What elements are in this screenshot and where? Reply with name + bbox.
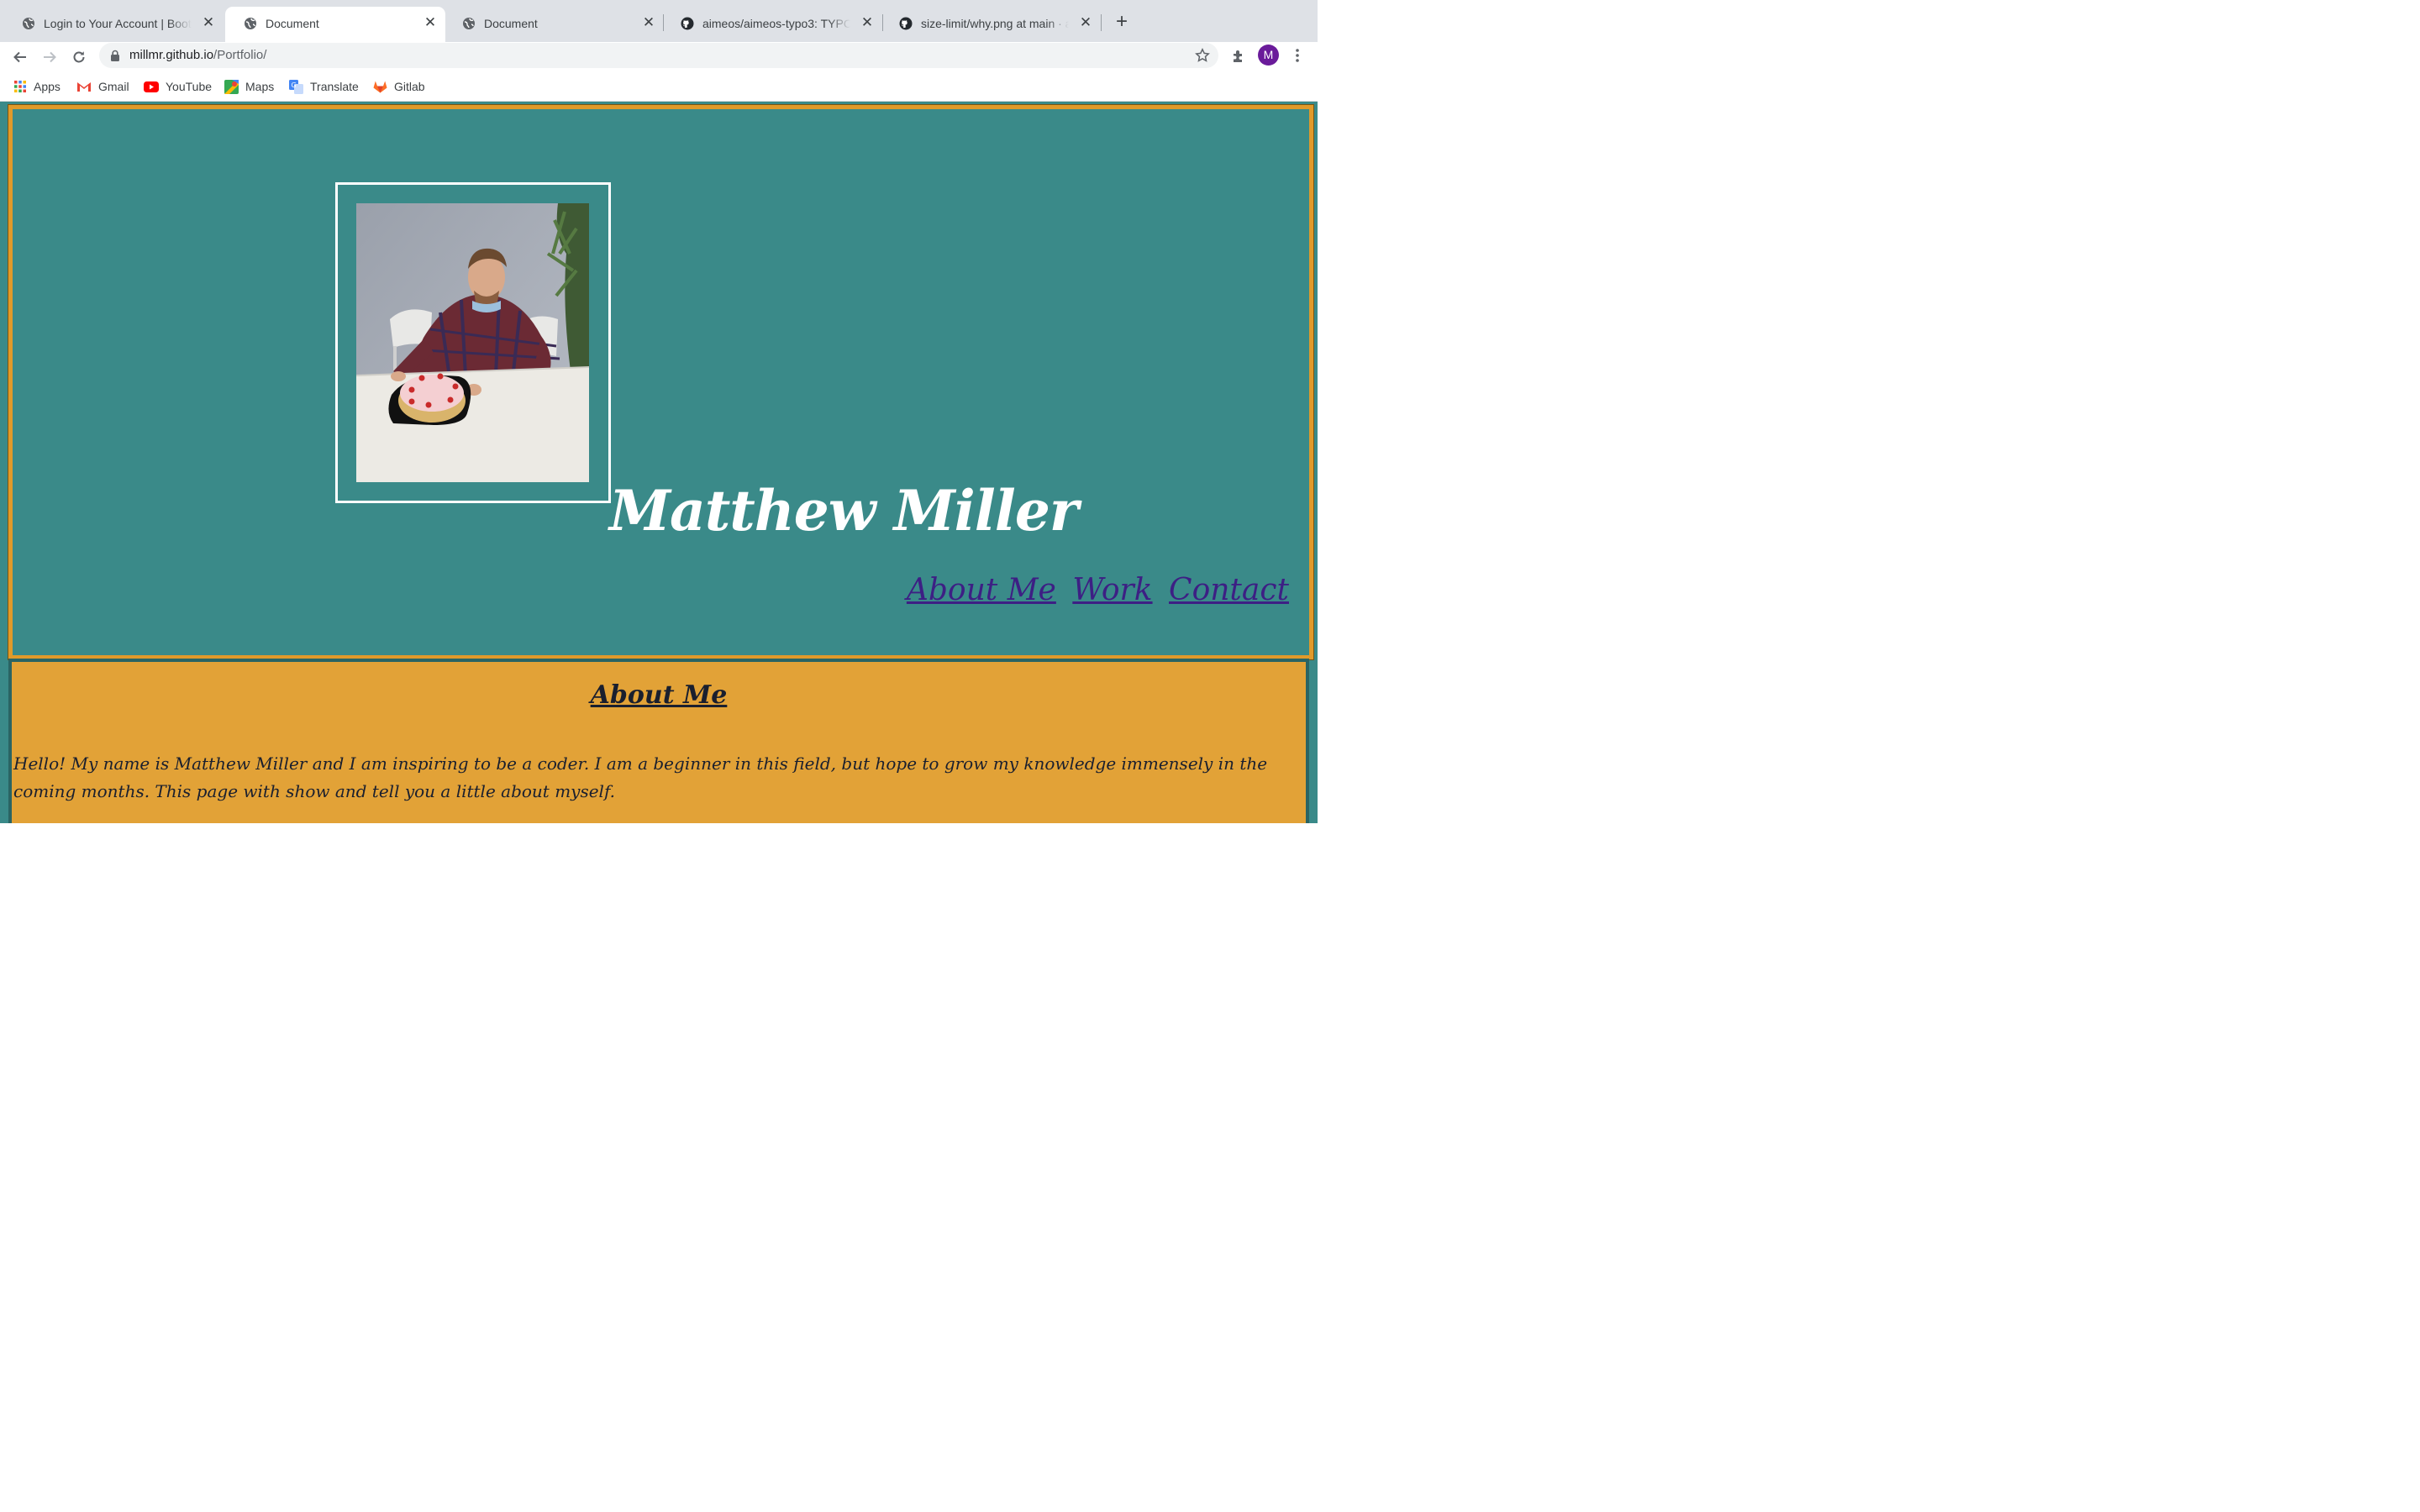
tab-document-active[interactable]: Document ✕ xyxy=(225,7,445,42)
close-tab-icon[interactable]: ✕ xyxy=(1079,15,1092,29)
close-tab-icon[interactable]: ✕ xyxy=(860,15,874,29)
bookmark-gmail[interactable]: Gmail xyxy=(76,79,129,94)
tab-title: aimeos/aimeos-typo3: TYPO3 e-commerce xyxy=(702,17,850,30)
main-nav: About Me Work Contact xyxy=(900,573,1289,607)
bookmark-label: Gitlab xyxy=(394,80,425,93)
profile-photo xyxy=(356,203,589,482)
page-viewport: Matthew Miller About Me Work Contact Abo… xyxy=(0,102,1318,823)
bookmark-maps[interactable]: Maps xyxy=(224,79,274,94)
bookmark-gitlab[interactable]: Gitlab xyxy=(373,79,425,94)
bookmark-translate[interactable]: G Translate xyxy=(289,79,359,94)
youtube-icon xyxy=(144,81,159,92)
bookmark-label: Gmail xyxy=(98,80,129,93)
nav-link-about-me[interactable]: About Me xyxy=(907,573,1056,607)
kebab-menu-icon[interactable] xyxy=(1289,47,1306,64)
apps-grid-icon xyxy=(14,81,26,92)
back-button[interactable] xyxy=(8,45,32,69)
address-bar[interactable]: millmr.github.io/Portfolio/ xyxy=(99,43,1218,68)
github-icon xyxy=(899,17,913,30)
extensions-puzzle-icon[interactable] xyxy=(1230,49,1247,66)
tab-title: Document xyxy=(266,17,319,30)
reload-icon xyxy=(73,51,85,63)
gmail-icon xyxy=(77,82,91,92)
tab-title: Document xyxy=(484,17,538,30)
reload-button[interactable] xyxy=(67,45,91,69)
browser-toolbar: millmr.github.io/Portfolio/ xyxy=(0,42,1318,72)
tab-bootcamp-login[interactable]: Login to Your Account | Bootcamp Spot ✕ xyxy=(3,7,224,42)
about-me-text: Hello! My name is Matthew Miller and I a… xyxy=(13,753,1268,801)
tab-title: size-limit/why.png at main · ai/size-lim… xyxy=(921,17,1069,30)
tab-size-limit-github[interactable]: size-limit/why.png at main · ai/size-lim… xyxy=(881,7,1101,42)
globe-icon xyxy=(463,18,475,29)
bookmark-youtube[interactable]: YouTube xyxy=(144,79,212,94)
site-title-name: Matthew Miller xyxy=(609,478,1079,544)
nav-link-work[interactable]: Work xyxy=(1072,573,1152,607)
about-me-heading: About Me xyxy=(590,680,728,710)
tab-strip: Login to Your Account | Bootcamp Spot ✕ … xyxy=(0,0,1318,42)
globe-icon xyxy=(23,18,34,29)
hero-header: Matthew Miller About Me Work Contact xyxy=(8,104,1314,660)
arrow-right-icon xyxy=(44,51,56,63)
bookmark-label: YouTube xyxy=(166,80,213,93)
svg-text:G: G xyxy=(292,81,297,89)
forward-button[interactable] xyxy=(38,45,61,69)
close-tab-icon[interactable]: ✕ xyxy=(202,15,215,29)
profile-photo-frame xyxy=(335,182,611,503)
bookmarks-bar: Apps Gmail YouTube Maps G Translate Gitl… xyxy=(0,72,1318,102)
close-tab-icon[interactable]: ✕ xyxy=(642,15,655,29)
tab-separator xyxy=(1101,14,1102,31)
tab-title: Login to Your Account | Bootcamp Spot xyxy=(44,17,192,30)
maps-icon xyxy=(224,79,239,94)
url-text: millmr.github.io/Portfolio/ xyxy=(129,48,267,62)
profile-avatar[interactable]: M xyxy=(1258,45,1279,66)
lock-icon[interactable] xyxy=(110,50,120,61)
bookmark-label: Translate xyxy=(310,80,359,93)
close-tab-icon[interactable]: ✕ xyxy=(424,15,437,29)
bookmark-apps[interactable]: Apps xyxy=(13,79,60,94)
arrow-left-icon xyxy=(13,51,26,63)
tab-document[interactable]: Document ✕ xyxy=(444,7,664,42)
globe-icon xyxy=(245,18,256,29)
tab-aimeos-github[interactable]: aimeos/aimeos-typo3: TYPO3 e-commerce ✕ xyxy=(662,7,882,42)
nav-link-contact[interactable]: Contact xyxy=(1169,573,1289,607)
github-icon xyxy=(681,17,694,30)
bookmark-star-icon[interactable] xyxy=(1195,48,1210,63)
bookmark-label: Apps xyxy=(34,80,60,93)
new-tab-button[interactable]: + xyxy=(1111,11,1133,33)
bookmark-label: Maps xyxy=(245,80,275,93)
about-me-section: About Me Hello! My name is Matthew Mille… xyxy=(8,659,1309,823)
translate-icon: G xyxy=(289,79,303,94)
gitlab-icon xyxy=(373,81,387,93)
